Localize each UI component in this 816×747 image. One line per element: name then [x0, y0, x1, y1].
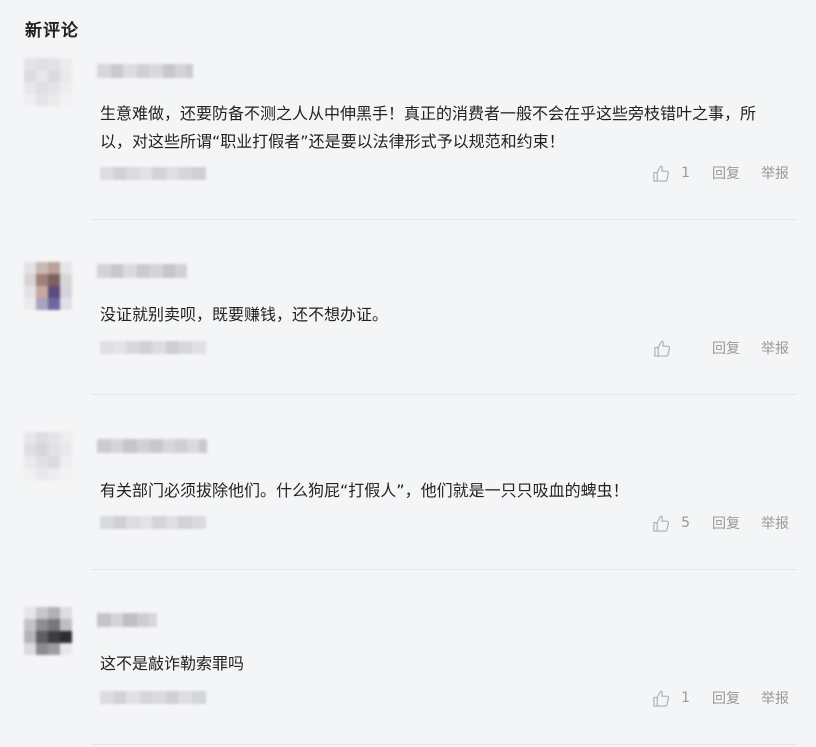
like-count: 1 — [681, 690, 690, 706]
section-title: 新评论 — [25, 21, 79, 41]
avatar[interactable] — [24, 432, 72, 480]
like-count: 1 — [681, 165, 690, 181]
report-button[interactable]: 举报 — [761, 338, 789, 358]
username[interactable] — [97, 439, 207, 453]
divider — [91, 394, 797, 395]
reply-button[interactable]: 回复 — [712, 513, 740, 533]
report-button[interactable]: 举报 — [761, 163, 789, 183]
avatar[interactable] — [24, 607, 72, 655]
report-button[interactable]: 举报 — [761, 513, 789, 533]
comment-meta — [100, 341, 206, 354]
comment-actions: 回复 举报 — [653, 338, 789, 358]
like-button[interactable]: 1 — [652, 164, 690, 183]
username[interactable] — [97, 613, 157, 627]
report-button[interactable]: 举报 — [761, 688, 789, 708]
comment-meta — [100, 691, 206, 704]
divider — [91, 219, 797, 220]
like-button[interactable] — [653, 339, 690, 358]
reply-button[interactable]: 回复 — [712, 163, 740, 183]
reply-button[interactable]: 回复 — [712, 688, 740, 708]
thumbs-up-icon[interactable] — [653, 339, 672, 358]
like-button[interactable]: 5 — [652, 514, 690, 533]
comment-text: 没证就别卖呗，既要赚钱，还不想办证。 — [100, 305, 389, 324]
comment-actions: 1 回复 举报 — [652, 688, 789, 708]
thumbs-up-icon[interactable] — [652, 689, 671, 708]
avatar[interactable] — [24, 58, 72, 106]
thumbs-up-icon[interactable] — [652, 514, 671, 533]
comment-actions: 1 回复 举报 — [652, 163, 789, 183]
comment-text: 这不是敲诈勒索罪吗 — [100, 654, 245, 673]
comment-text: 有关部门必须拔除他们。什么狗屁“打假人”，他们就是一只只吸血的蜱虫！ — [100, 481, 629, 500]
comment-text: 生意难做，还要防备不测之人从中伸黑手！真正的消费者一般不会在乎这些旁枝错叶之事，… — [100, 104, 757, 151]
divider — [91, 569, 797, 570]
divider — [91, 744, 797, 745]
like-button[interactable]: 1 — [652, 689, 690, 708]
username[interactable] — [97, 64, 193, 78]
comment-actions: 5 回复 举报 — [652, 513, 789, 533]
avatar[interactable] — [24, 262, 72, 310]
username[interactable] — [97, 264, 187, 278]
reply-button[interactable]: 回复 — [712, 338, 740, 358]
comment-meta — [100, 167, 206, 180]
comment-meta — [100, 516, 206, 529]
like-count: 5 — [681, 515, 690, 531]
thumbs-up-icon[interactable] — [652, 164, 671, 183]
